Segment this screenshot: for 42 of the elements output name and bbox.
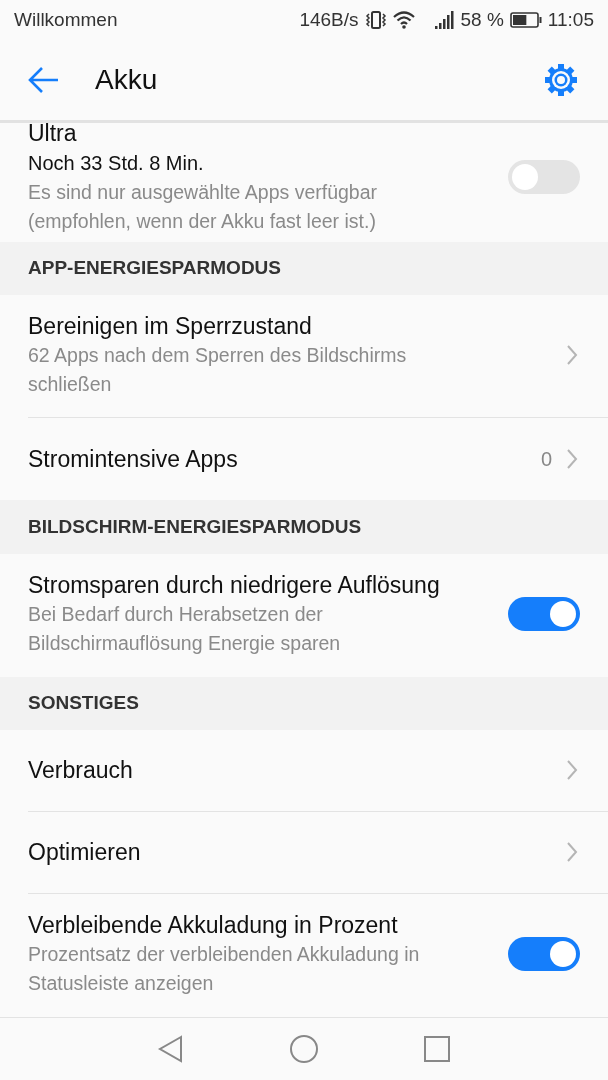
settings-row[interactable]: Stromintensive Apps 0: [28, 418, 608, 501]
wifi-icon: [392, 11, 415, 29]
chevron-icon: [566, 841, 578, 864]
section-header: APP-ENERGIESPARMODUS: [27, 256, 282, 281]
row-title: Ultra: [28, 123, 78, 149]
row-title: Stromintensive Apps: [28, 445, 239, 475]
settings-row[interactable]: Bereinigen im Sperrzustand 62 Apps nach dem Sperren des Bildschirms schließen: [28, 295, 608, 419]
row-title: Verbleibende Akkuladung in Prozent: [28, 911, 399, 941]
row-title: Optimieren: [28, 838, 142, 868]
toggle-switch[interactable]: [508, 160, 580, 195]
page-title: Akku: [95, 64, 159, 96]
row-detail: Noch 33 Std. 8 Min.: [28, 151, 205, 177]
section-header: BILDSCHIRM-ENERGIESPARMODUS: [27, 514, 363, 539]
row-description: 62 Apps nach dem Sperren des Bildschirms schließen: [28, 343, 408, 398]
back-nav-icon[interactable]: [157, 1034, 185, 1064]
chevron-icon: [566, 759, 578, 782]
chevron-icon: [566, 344, 578, 367]
battery-icon: [509, 12, 542, 28]
settings-row[interactable]: Optimieren: [28, 812, 608, 894]
recents-nav-icon[interactable]: [423, 1035, 451, 1063]
row-description: Es sind nur ausgewählte Apps verfügbar (empfohlen, wenn der Akku fast leer ist.): [28, 180, 379, 235]
network-speed: 146B/s: [299, 9, 359, 31]
row-title: Bereinigen im Sperrzustand: [28, 312, 313, 342]
settings-button[interactable]: [543, 62, 579, 98]
back-button[interactable]: [28, 66, 60, 94]
settings-row[interactable]: Verbleibende Akkuladung in Prozent Prozentsatz der verbleibenden Akkuladung in Statusleiste anzeigen: [28, 894, 608, 1017]
clock: 11:05: [547, 9, 594, 31]
row-description: Bei Bedarf durch Herabsetzen der Bildschirmauflösung Energie sparen: [28, 602, 342, 657]
row-title: Verbrauch: [28, 756, 134, 786]
row-value: 0: [540, 447, 552, 471]
toggle-switch[interactable]: [508, 597, 580, 632]
signal-icon: [434, 11, 455, 29]
row-title: Stromsparen durch niedrigere Auflösung: [28, 571, 441, 601]
section-header: SONSTIGES: [27, 691, 140, 716]
home-nav-icon[interactable]: [289, 1034, 319, 1064]
carrier-name: Willkommen: [14, 9, 118, 31]
row-description: Prozentsatz der verbleibenden Akkuladung in Statusleiste anzeigen: [28, 942, 421, 997]
settings-row[interactable]: Verbrauch: [28, 730, 608, 812]
chevron-icon: [566, 448, 578, 471]
battery-percent: 58 %: [460, 9, 504, 31]
vibrate-icon: [364, 10, 387, 30]
toggle-switch[interactable]: [508, 937, 580, 972]
